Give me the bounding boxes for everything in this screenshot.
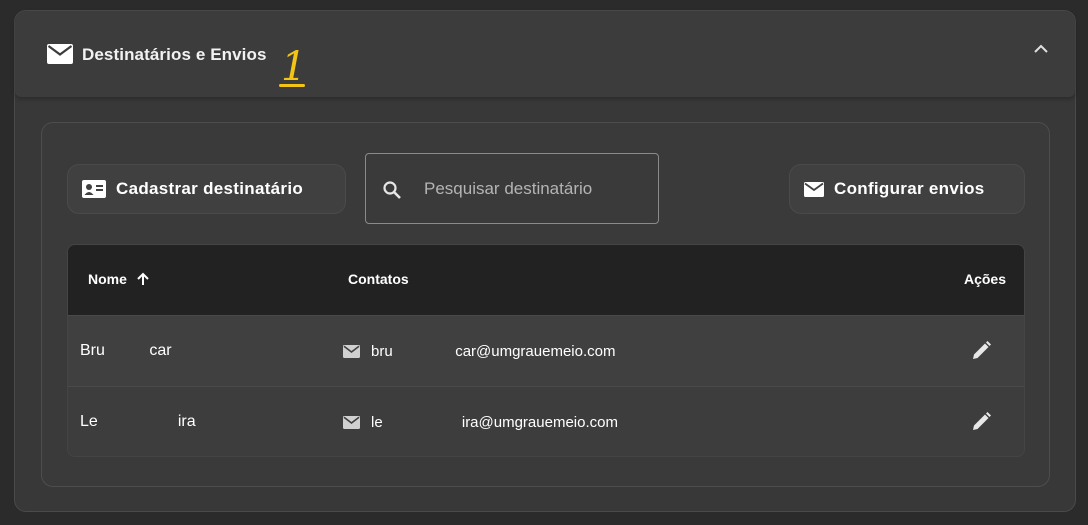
configure-sending-button[interactable]: Configurar envios bbox=[789, 164, 1025, 214]
arrow-up-icon[interactable] bbox=[135, 271, 151, 287]
search-field[interactable] bbox=[365, 153, 659, 224]
register-recipient-label: Cadastrar destinatário bbox=[116, 179, 304, 198]
recipient-contact: le ira@umgrauemeio.com bbox=[343, 414, 618, 431]
recipient-contact: bru car@umgrauemeio.com bbox=[343, 343, 615, 360]
recipient-name: Le ira bbox=[80, 413, 196, 430]
mail-icon bbox=[343, 416, 360, 429]
mail-icon bbox=[343, 345, 360, 358]
recipients-panel: Destinatários e Envios 1 2 Cadastrar des… bbox=[14, 10, 1076, 512]
section-title: Destinatários e Envios bbox=[82, 45, 267, 64]
annotation-underline bbox=[279, 84, 305, 87]
search-icon bbox=[383, 181, 401, 199]
column-name-header[interactable]: Nome bbox=[88, 271, 151, 287]
column-actions-header: Ações bbox=[963, 271, 1006, 287]
table-row: Le ira le ira@umgrauemeio.com bbox=[68, 386, 1024, 456]
column-contacts-header: Contatos bbox=[348, 271, 409, 287]
table-row: Bru car bru car@umgrauemeio.com bbox=[68, 315, 1024, 386]
mail-icon bbox=[47, 44, 73, 64]
search-input[interactable] bbox=[422, 174, 642, 204]
recipients-card: Cadastrar destinatário Configurar envios… bbox=[41, 122, 1050, 487]
panel-header[interactable]: Destinatários e Envios bbox=[15, 11, 1075, 97]
annotation-one: 1 bbox=[281, 44, 307, 90]
recipient-email: le ira@umgrauemeio.com bbox=[371, 414, 618, 431]
column-name-label: Nome bbox=[88, 271, 127, 287]
chevron-up-icon[interactable] bbox=[1031, 41, 1051, 57]
register-recipient-button[interactable]: Cadastrar destinatário bbox=[67, 164, 346, 214]
contact-card-icon bbox=[82, 180, 106, 198]
recipient-email: bru car@umgrauemeio.com bbox=[371, 343, 616, 360]
recipient-name: Bru car bbox=[80, 342, 172, 359]
pencil-icon[interactable] bbox=[970, 411, 992, 433]
mail-icon bbox=[804, 181, 824, 197]
configure-sending-label: Configurar envios bbox=[834, 179, 985, 198]
table-header: Nome Contatos Ações bbox=[68, 245, 1024, 315]
recipients-table: Nome Contatos Ações Bru car bru car@umgr… bbox=[67, 244, 1025, 457]
pencil-icon[interactable] bbox=[970, 340, 992, 362]
